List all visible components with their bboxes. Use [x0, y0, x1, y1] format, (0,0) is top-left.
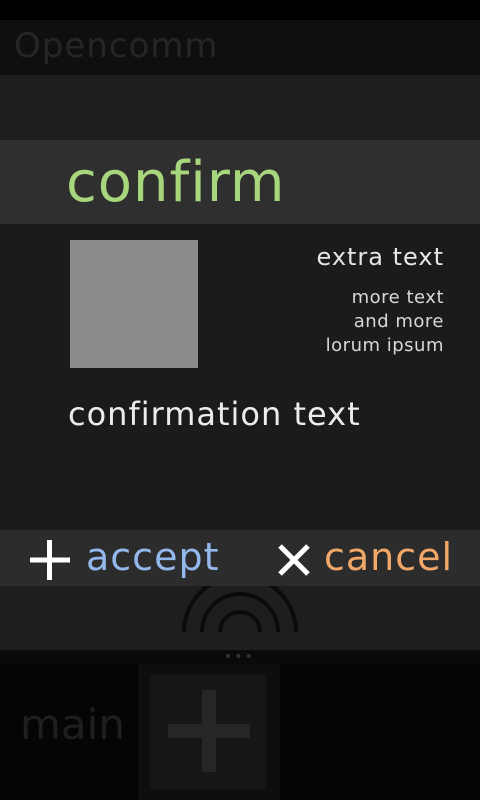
main-label: main: [20, 700, 125, 749]
dialog-title: confirm: [66, 150, 286, 215]
more-text: more text and more lorum ipsum: [244, 286, 444, 358]
app-title: Opencomm: [14, 26, 219, 66]
confirm-dialog: confirm extra text more text and more lo…: [0, 140, 480, 586]
screen: Opencomm ••• main confirm extra text mor…: [0, 0, 480, 800]
thumbnail-image: [70, 240, 198, 368]
plus-icon-vertical: [202, 690, 216, 772]
more-text-line: and more: [353, 311, 444, 332]
more-text-line: more text: [351, 287, 444, 308]
dialog-title-bar: confirm: [0, 140, 480, 224]
accept-label: accept: [86, 535, 220, 579]
status-bar: [0, 0, 480, 20]
wifi-signal-icon: [182, 582, 298, 633]
cancel-button[interactable]: cancel: [270, 530, 460, 586]
cancel-label: cancel: [324, 535, 454, 579]
plus-icon: [30, 540, 70, 580]
button-bar: accept cancel: [0, 530, 480, 586]
more-text-line: lorum ipsum: [325, 335, 444, 356]
extra-text: extra text: [316, 243, 444, 271]
page-dots: •••: [224, 649, 255, 665]
confirmation-text: confirmation text: [68, 395, 361, 433]
accept-button[interactable]: accept: [24, 530, 224, 586]
close-icon: [278, 544, 310, 576]
